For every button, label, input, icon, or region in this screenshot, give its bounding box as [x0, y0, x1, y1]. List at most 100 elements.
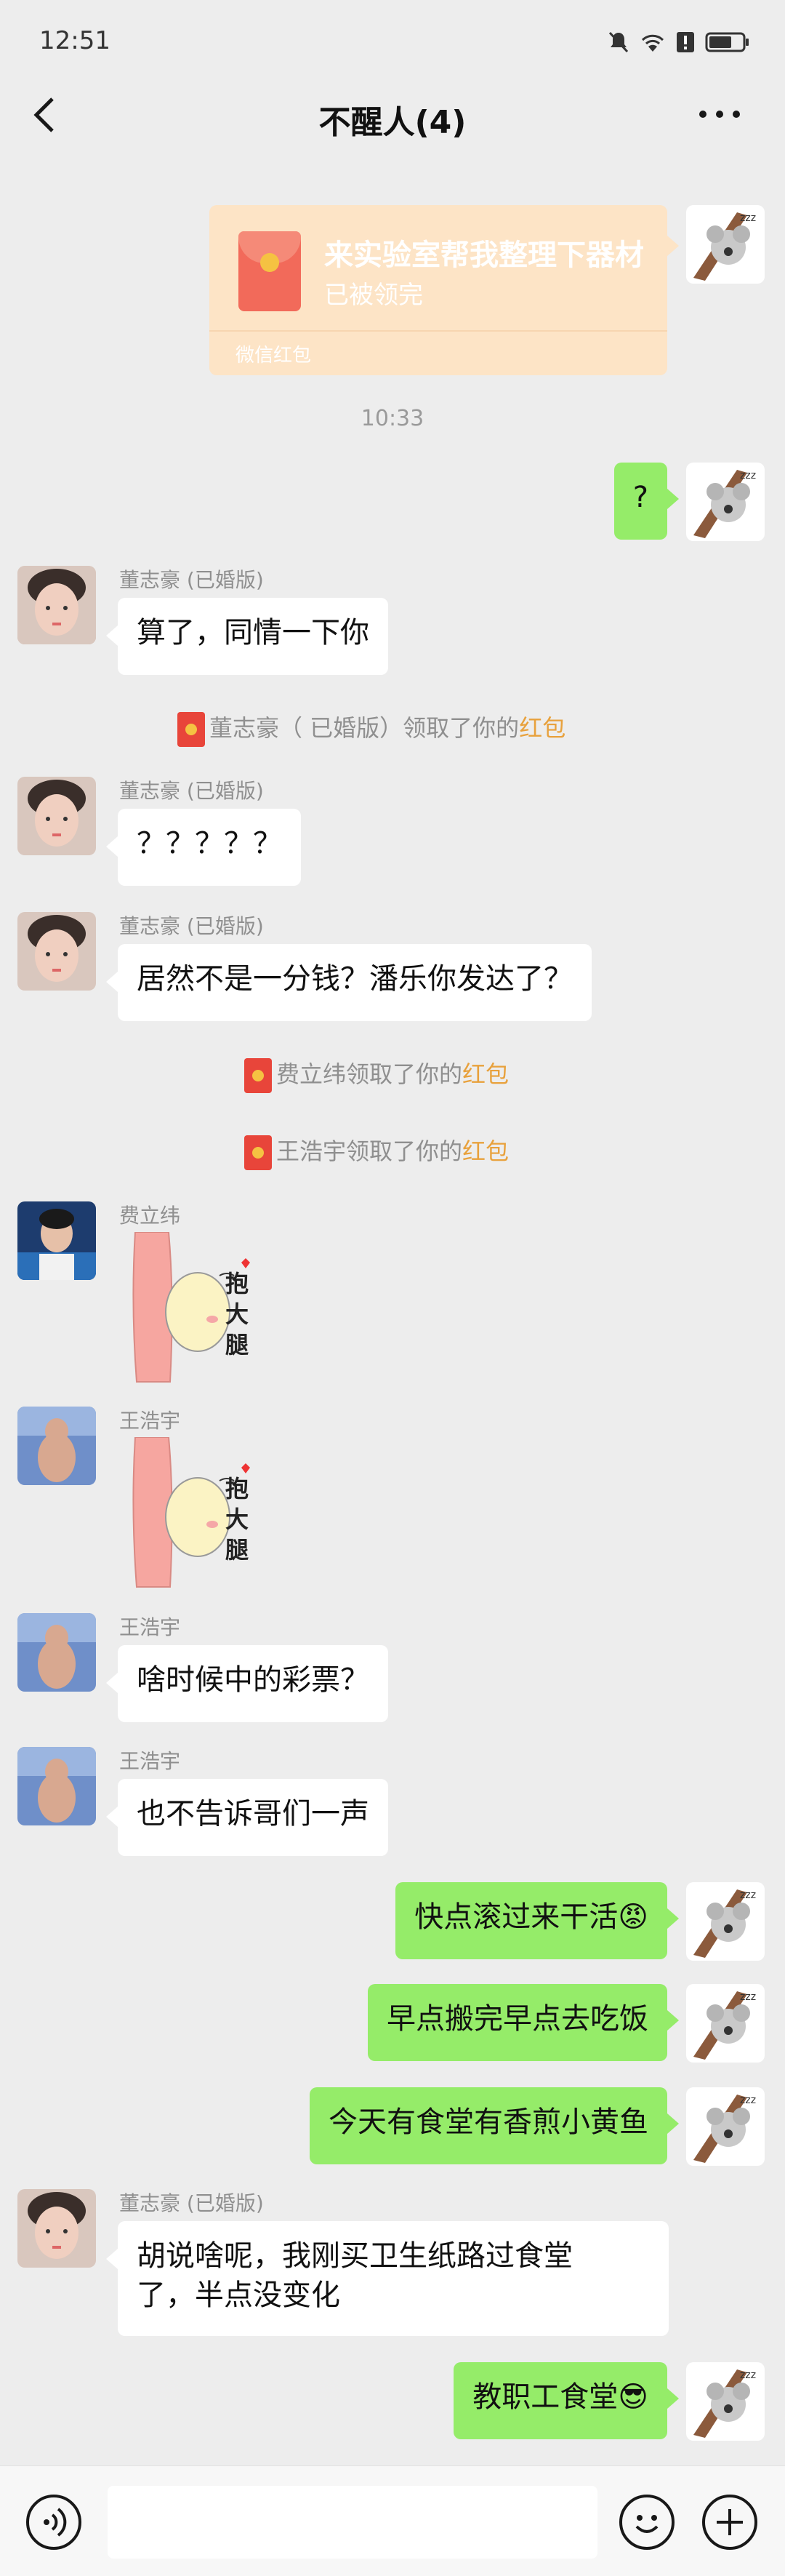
person-avatar-icon — [17, 2189, 96, 2268]
sender-name: 董志豪 (已婚版) — [119, 779, 264, 803]
bubble-tail — [667, 2113, 679, 2134]
battery-icon — [705, 32, 749, 52]
message-bubble[interactable]: 算了，同情一下你 — [118, 598, 388, 675]
red-packet-icon — [177, 712, 205, 747]
sticker[interactable]: 抱大腿 — [118, 1436, 263, 1590]
bubble-tail — [667, 489, 679, 509]
message-bubble[interactable]: 胡说啥呢，我刚买卫生纸路过食堂 了，半点没变化 — [118, 2221, 669, 2336]
sticker-caption: 抱大腿 — [225, 1475, 249, 1564]
person-avatar-icon — [17, 1613, 96, 1692]
own-avatar[interactable]: zzz — [686, 1882, 765, 1961]
bubble-tail — [106, 2249, 118, 2269]
own-avatar[interactable]: zzz — [686, 2362, 765, 2441]
bubble-tail — [106, 1807, 118, 1827]
message-bubble[interactable]: 居然不是一分钱？潘乐你发达了？ — [118, 944, 592, 1021]
svg-text:zzz: zzz — [740, 212, 756, 224]
red-packet-link[interactable]: 红包 — [519, 714, 565, 742]
bubble-tail — [667, 2010, 679, 2031]
message-bubble[interactable]: ? — [613, 463, 667, 540]
red-packet-tail — [667, 236, 679, 256]
sender-name: 董志豪 (已婚版) — [119, 2191, 264, 2215]
red-packet-card[interactable]: 来实验室帮我整理下器材 已被领完 微信红包 — [209, 205, 667, 375]
person-avatar-icon — [17, 1747, 96, 1825]
bubble-tail — [106, 1673, 118, 1693]
system-notice: 王浩宇领取了你的红包 — [244, 1133, 509, 1170]
red-packet-envelope-icon — [238, 231, 301, 311]
message-bubble[interactable]: 快点滚过来干活😡 — [395, 1882, 667, 1959]
contact-avatar[interactable] — [17, 1747, 96, 1825]
mute-icon — [608, 31, 629, 53]
timestamp: 10:33 — [361, 406, 424, 431]
message-input[interactable] — [108, 2486, 597, 2559]
own-avatar[interactable]: zzz — [686, 1984, 765, 2063]
bubble-tail — [667, 1908, 679, 1929]
koala-avatar-icon: zzz — [693, 1991, 756, 2060]
chat-title: 不醒人(4) — [318, 104, 467, 141]
person-avatar-icon — [17, 1201, 96, 1280]
person-avatar-icon — [17, 566, 96, 644]
contact-avatar[interactable] — [17, 2189, 96, 2268]
system-notice: 费立纬领取了你的红包 — [244, 1056, 509, 1093]
emoji-icon — [635, 2515, 659, 2533]
message-bubble[interactable]: 早点搬完早点去吃饭 — [368, 1984, 667, 2061]
sender-name: 王浩宇 — [119, 1615, 181, 1639]
red-packet-icon — [244, 1058, 272, 1093]
plus-icon — [717, 2509, 743, 2535]
koala-avatar-icon: zzz — [693, 1889, 756, 1958]
own-avatar[interactable]: zzz — [686, 2087, 765, 2166]
bubble-tail — [106, 625, 118, 646]
more-options-icon[interactable] — [698, 109, 741, 119]
svg-text:zzz: zzz — [740, 1991, 756, 2003]
alert-icon — [677, 32, 694, 52]
bubble-tail — [106, 972, 118, 992]
sender-name: 王浩宇 — [119, 1409, 181, 1433]
svg-text:zzz: zzz — [740, 2369, 756, 2381]
koala-avatar-icon: zzz — [693, 470, 756, 538]
svg-text:zzz: zzz — [740, 2095, 756, 2106]
koala-avatar-icon: zzz — [693, 212, 756, 281]
message-bubble[interactable]: ？？？？？ — [118, 809, 301, 886]
emoji-button[interactable] — [619, 2495, 675, 2550]
message-bubble[interactable]: 也不告诉哥们一声 — [118, 1779, 388, 1856]
message-bubble[interactable]: 今天有食堂有香煎小黄鱼 — [310, 2087, 667, 2164]
status-icons — [608, 28, 750, 57]
contact-avatar[interactable] — [17, 777, 96, 855]
contact-avatar[interactable] — [17, 1407, 96, 1485]
wifi-icon — [641, 34, 664, 52]
more-functions-button[interactable] — [702, 2495, 757, 2550]
voice-input-button[interactable] — [26, 2495, 81, 2550]
contact-avatar[interactable] — [17, 912, 96, 991]
contact-avatar[interactable] — [17, 1201, 96, 1280]
person-avatar-icon — [17, 1407, 96, 1485]
own-avatar[interactable]: zzz — [686, 205, 765, 284]
contact-avatar[interactable] — [17, 1613, 96, 1692]
sender-name: 费立纬 — [119, 1204, 181, 1228]
own-avatar[interactable]: zzz — [686, 463, 765, 541]
sticker[interactable]: 抱大腿 — [118, 1231, 263, 1385]
contact-avatar[interactable] — [17, 566, 96, 644]
koala-avatar-icon: zzz — [693, 2095, 756, 2163]
bubble-tail — [667, 2388, 679, 2409]
red-packet-link[interactable]: 红包 — [462, 1060, 509, 1088]
system-notice: 董志豪（ 已婚版）领取了你的红包 — [177, 710, 565, 747]
person-avatar-icon — [17, 777, 96, 855]
message-bubble[interactable]: 啥时候中的彩票？ — [118, 1645, 388, 1722]
status-time: 12:51 — [39, 26, 110, 55]
red-packet-message: 来实验室帮我整理下器材 — [324, 239, 644, 272]
svg-text:zzz: zzz — [740, 470, 756, 481]
message-bubble[interactable]: 教职工食堂😎 — [454, 2362, 667, 2439]
red-packet-icon — [244, 1135, 272, 1170]
message-line: 了，半点没变化 — [137, 2279, 340, 2312]
svg-text:zzz: zzz — [740, 1889, 756, 1901]
voice-icon — [44, 2508, 67, 2537]
sender-name: 王浩宇 — [119, 1749, 181, 1773]
sender-name: 董志豪 (已婚版) — [119, 568, 264, 592]
red-packet-status: 已被领完 — [324, 281, 423, 310]
bubble-tail — [106, 836, 118, 857]
sticker-caption: 抱大腿 — [225, 1270, 249, 1359]
red-packet-footer: 微信红包 — [236, 345, 312, 367]
person-avatar-icon — [17, 912, 96, 991]
red-packet-link[interactable]: 红包 — [462, 1137, 509, 1165]
message-line: 胡说啥呢，我刚买卫生纸路过食堂 — [137, 2239, 573, 2273]
koala-avatar-icon: zzz — [693, 2369, 756, 2438]
